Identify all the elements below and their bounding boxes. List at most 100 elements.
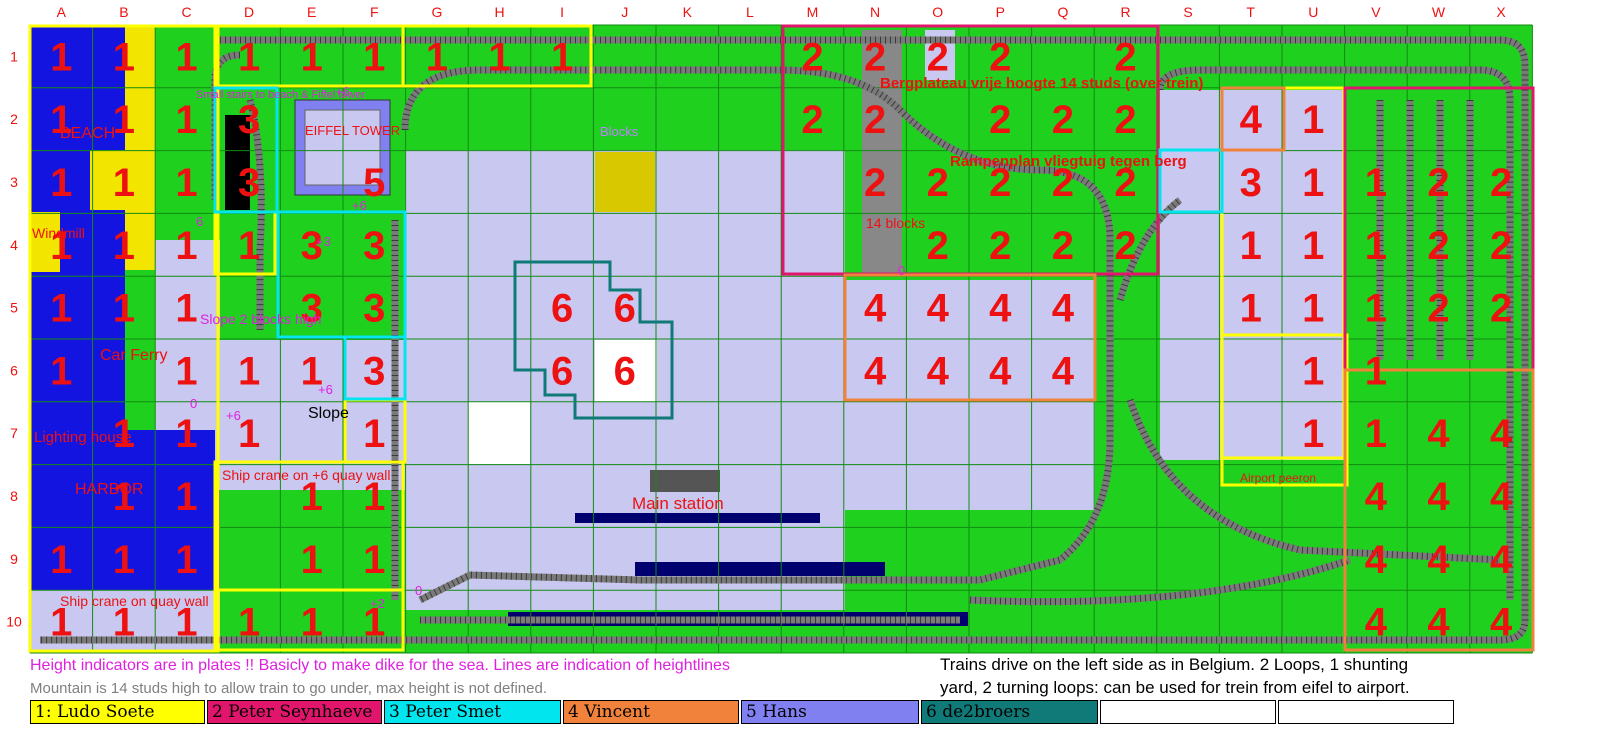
label-ship-crane-quay: Ship crane on quay wall: [60, 593, 209, 609]
owner-number: 4: [927, 349, 950, 393]
owner-number: 1: [175, 349, 197, 393]
owner-number: 2: [1114, 98, 1136, 142]
column-header: W: [1432, 4, 1446, 20]
owner-number: 2: [1052, 98, 1074, 142]
legend-item: 4 Vincent: [563, 700, 739, 724]
owner-number: 1: [1302, 98, 1324, 142]
column-header: P: [996, 4, 1005, 20]
row-header: 1: [10, 48, 18, 64]
owner-number: 4: [1427, 475, 1450, 519]
column-header: M: [807, 4, 819, 20]
owner-number: 6: [551, 287, 573, 331]
note-trains-2: yard, 2 turning loops: can be used for t…: [940, 678, 1410, 697]
owner-number: 4: [864, 349, 887, 393]
column-header: A: [57, 4, 67, 20]
row-header: 10: [6, 614, 22, 630]
owner-number: 1: [175, 98, 197, 142]
label-eiffel-tower: EIFFEL TOWER: [305, 123, 400, 138]
column-header: X: [1496, 4, 1506, 20]
owner-number: 1: [1365, 412, 1387, 456]
owner-number: 1: [1302, 224, 1324, 268]
owner-number: 2: [927, 35, 949, 79]
row-header: 7: [10, 425, 18, 441]
column-header: C: [181, 4, 191, 20]
owner-number: 4: [1490, 538, 1513, 582]
label-slope2: Slope 2 blocks high: [200, 311, 321, 327]
note-height-indicators: Height indicators are in plates !! Basic…: [30, 657, 730, 674]
column-header: K: [683, 4, 693, 20]
owner-number: 1: [301, 601, 323, 645]
note-trains-1: Trains drive on the left side as in Belg…: [940, 655, 1409, 674]
column-header: R: [1120, 4, 1130, 20]
owner-number: 2: [1490, 224, 1512, 268]
legend-item: [1100, 700, 1276, 724]
owner-number: 1: [50, 538, 72, 582]
height-plus6-left: +6: [226, 408, 241, 423]
row-header: 9: [10, 551, 18, 567]
owner-number: 1: [1365, 349, 1387, 393]
legend-item: 3 Peter Smet: [384, 700, 561, 724]
column-header: S: [1183, 4, 1192, 20]
height-plus2: +2: [370, 596, 385, 611]
owner-number: 2: [989, 224, 1011, 268]
owner-number: 4: [1427, 412, 1450, 456]
row-header: 3: [10, 174, 18, 190]
column-header: Q: [1057, 4, 1068, 20]
column-header: E: [307, 4, 316, 20]
owner-number: 2: [864, 35, 886, 79]
owner-number: 1: [113, 35, 135, 79]
owner-number: 4: [1427, 538, 1450, 582]
owner-number: 1: [363, 412, 385, 456]
label-mountain-blocks: 14 blocks: [866, 215, 925, 231]
white-block-2: [468, 402, 530, 464]
owner-number: 3: [363, 349, 385, 393]
row-header: 8: [10, 488, 18, 504]
owner-number: 2: [1114, 35, 1136, 79]
owner-number: 1: [1365, 161, 1387, 205]
owner-number: 1: [1302, 349, 1324, 393]
label-blocks: Blocks: [600, 124, 639, 139]
owner-number: 1: [113, 287, 135, 331]
label-rampenplan: Rampenplan vliegtuig tegen berg: [950, 153, 1187, 170]
owner-number: 1: [175, 224, 197, 268]
column-header: D: [244, 4, 254, 20]
owner-number: 4: [989, 287, 1012, 331]
column-header: O: [932, 4, 943, 20]
height-plus6-mid: +6: [318, 382, 333, 397]
owner-number: 2: [927, 161, 949, 205]
row-header: 4: [10, 237, 18, 253]
owner-number: 6: [551, 349, 573, 393]
height-zero-2: 0: [415, 583, 422, 598]
owner-number: 2: [1052, 224, 1074, 268]
owner-number: 3: [238, 98, 260, 142]
owner-number: 2: [1490, 287, 1512, 331]
owner-number: 4: [1365, 538, 1388, 582]
owner-number: 6: [614, 349, 636, 393]
owner-number: 1: [1302, 161, 1324, 205]
owner-number: 1: [1240, 287, 1262, 331]
owner-number: 1: [363, 538, 385, 582]
owner-number: 1: [175, 35, 197, 79]
label-airport-peeron: Airport peeron: [1240, 471, 1316, 485]
owner-number: 4: [1365, 475, 1388, 519]
legend-item: 5 Hans: [741, 700, 919, 724]
owner-number: 3: [363, 224, 385, 268]
column-header: U: [1308, 4, 1318, 20]
height-six: 6: [196, 214, 203, 229]
owner-number: 1: [113, 538, 135, 582]
owner-number: 4: [864, 287, 887, 331]
owner-number: 2: [1427, 224, 1449, 268]
owner-number: 2: [801, 35, 823, 79]
station-platform-1: [575, 513, 820, 523]
owner-number: 2: [864, 161, 886, 205]
owner-number: 4: [1052, 349, 1075, 393]
owner-number: 3: [363, 287, 385, 331]
owner-number: 4: [1427, 601, 1450, 645]
row-header: 6: [10, 362, 18, 378]
owner-number: 4: [1365, 601, 1388, 645]
owner-number: 1: [1240, 224, 1262, 268]
label-slope: Slope: [308, 405, 349, 422]
label-harbor: HARBOR: [75, 481, 143, 498]
owner-number: 1: [175, 287, 197, 331]
owner-number: 1: [175, 475, 197, 519]
